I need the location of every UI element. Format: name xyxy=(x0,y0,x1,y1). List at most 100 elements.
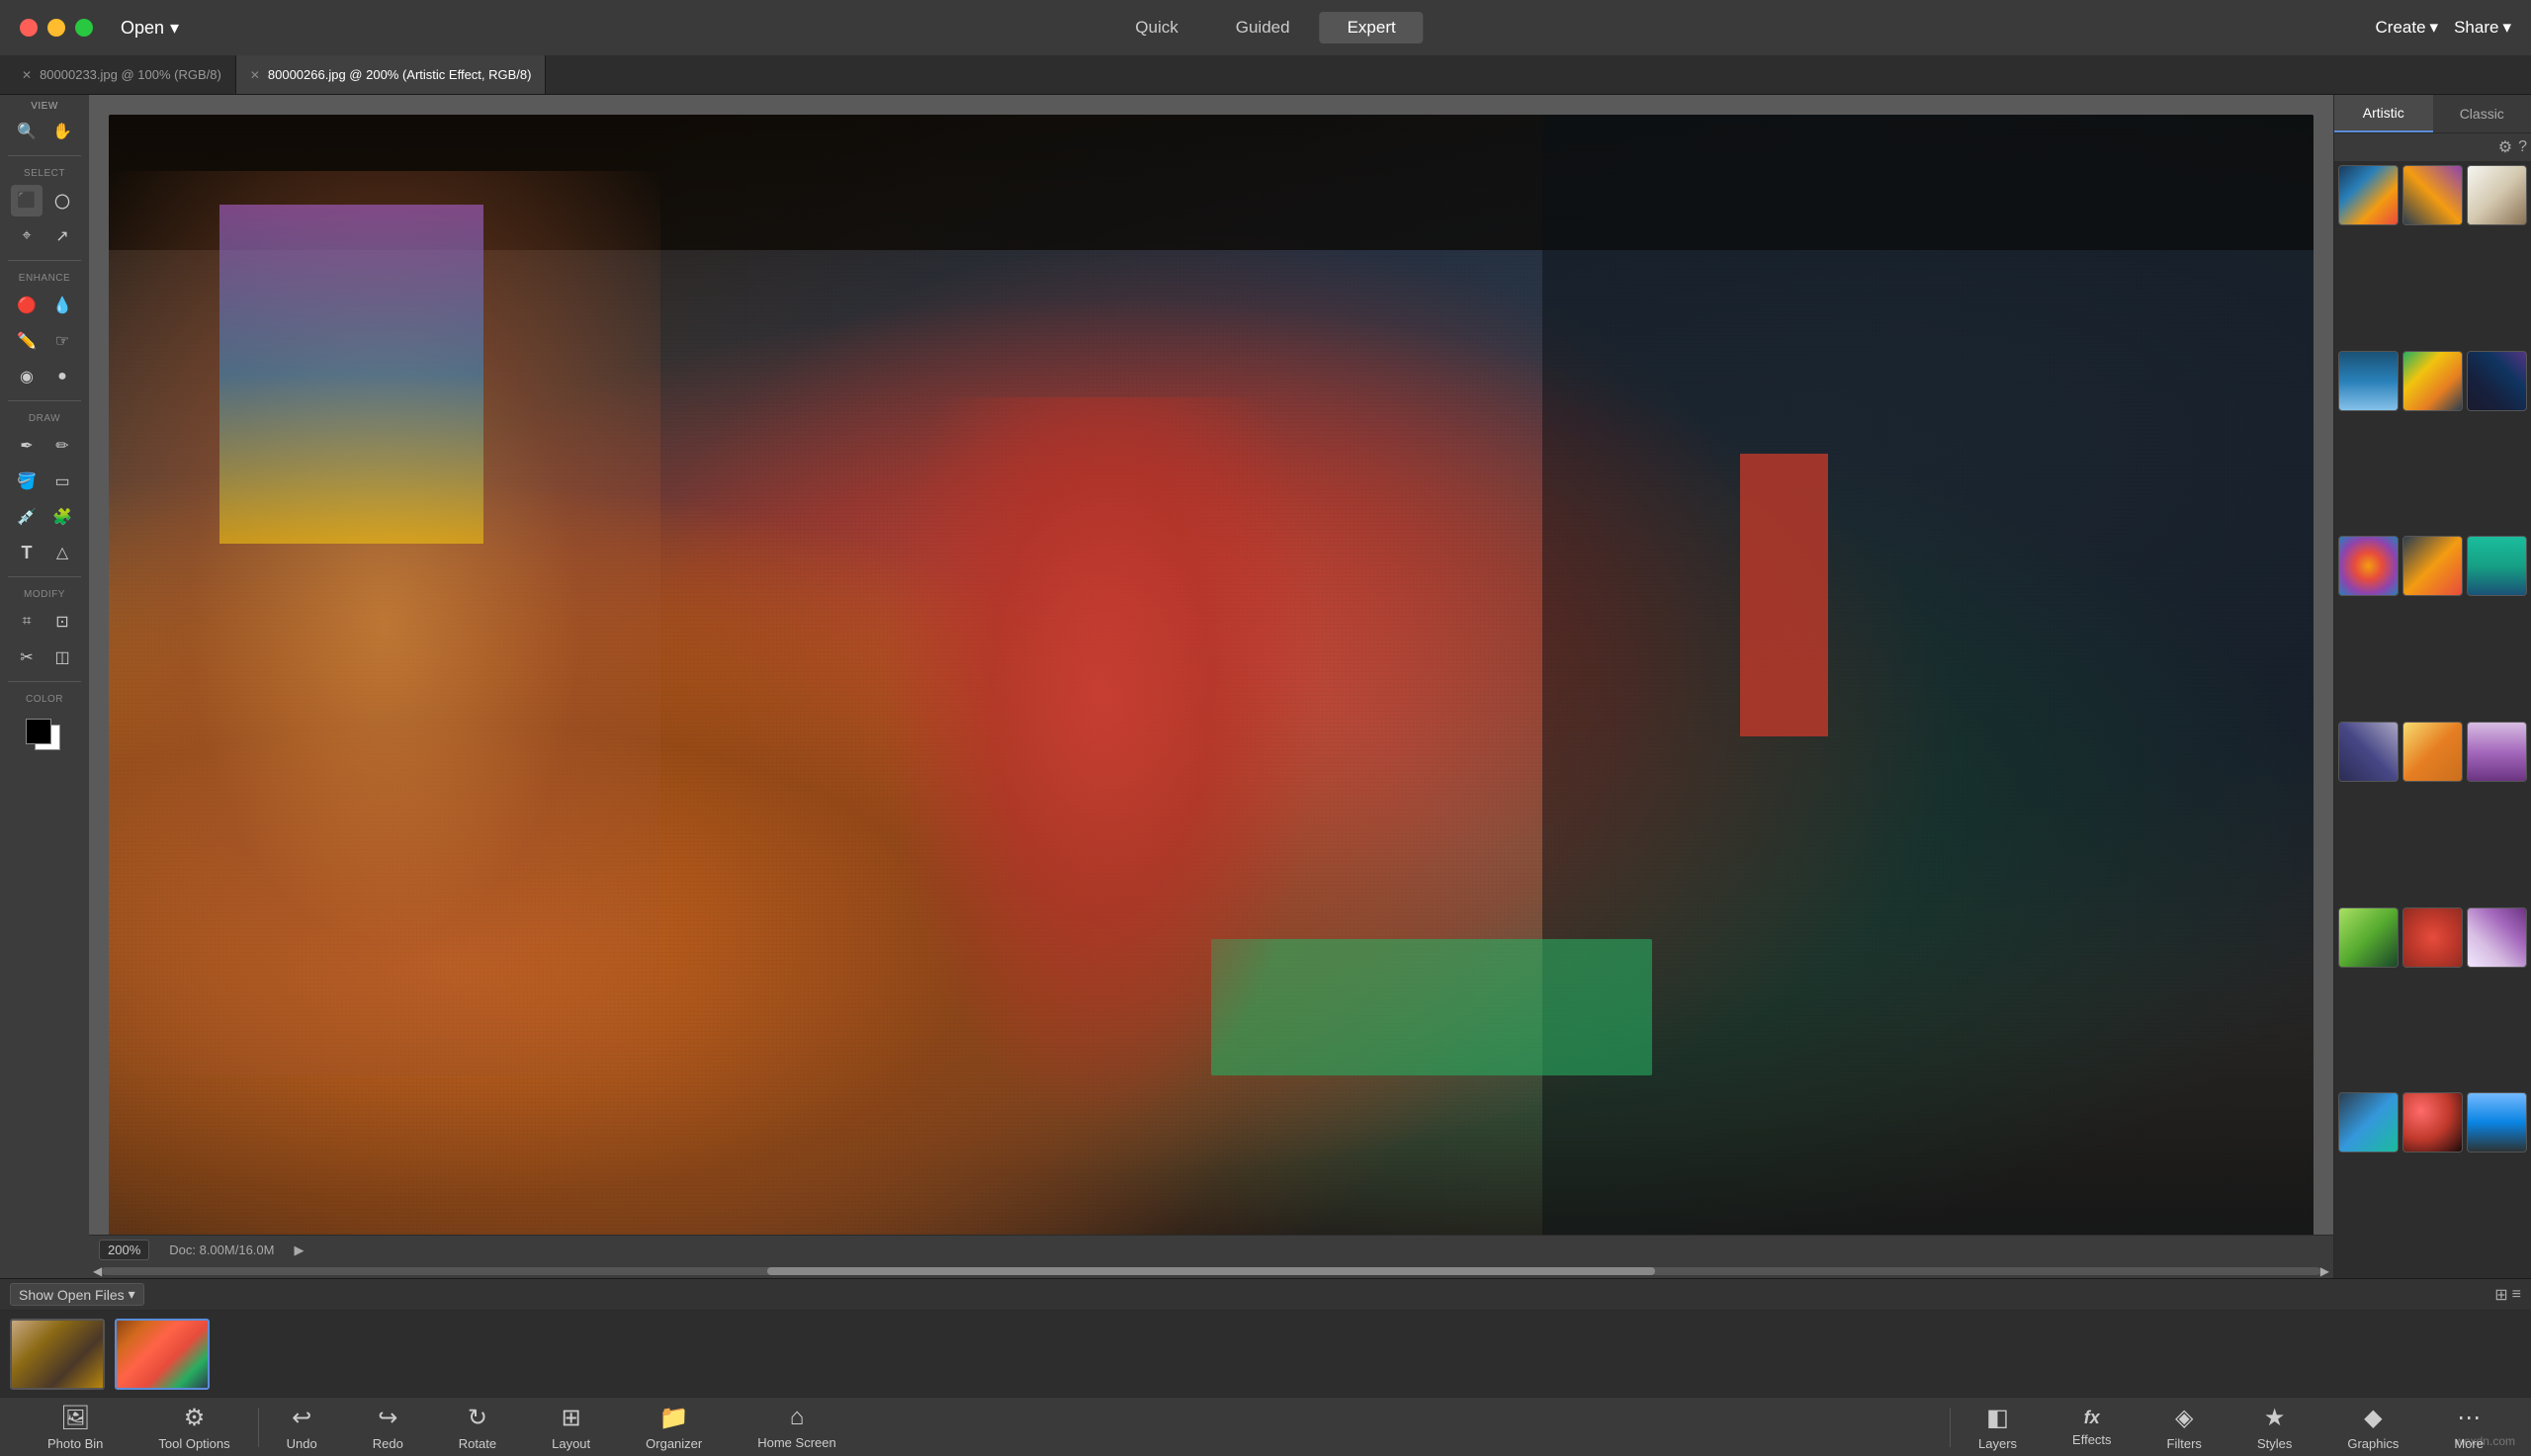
tab-2[interactable]: ✕ 80000266.jpg @ 200% (Artistic Effect, … xyxy=(236,55,547,94)
zoom-level: 200% xyxy=(99,1240,149,1260)
create-button[interactable]: Create ▾ xyxy=(2376,18,2439,38)
photo-bin-button[interactable]: 🖼 Photo Bin xyxy=(20,1404,131,1451)
photo-bin-thumbnails xyxy=(0,1311,2531,1398)
tab-1-label: 80000233.jpg @ 100% (RGB/8) xyxy=(40,67,221,82)
graphic-thumb-16[interactable] xyxy=(2338,1092,2399,1153)
home-screen-button[interactable]: ⌂ Home Screen xyxy=(730,1404,863,1450)
eyedropper-button[interactable]: 💉 xyxy=(11,501,43,533)
panel-settings-icon[interactable]: ⚙ xyxy=(2498,137,2512,157)
more-button[interactable]: ⋯ More xyxy=(2426,1404,2511,1451)
ellipse-tool-button[interactable]: 〇 xyxy=(46,185,78,216)
graphics-button[interactable]: ◆ Graphics xyxy=(2319,1404,2426,1451)
scroll-left-icon[interactable]: ◀ xyxy=(93,1264,102,1278)
layout-button[interactable]: ⊞ Layout xyxy=(524,1404,618,1451)
minimize-button[interactable] xyxy=(47,19,65,37)
canvas-content[interactable]: 200% Doc: 8.00M/16.0M ▶ xyxy=(89,95,2333,1264)
recompose-button[interactable]: ⊡ xyxy=(46,606,78,638)
undo-button[interactable]: ↩ Undo xyxy=(259,1404,345,1451)
zoom-tool-button[interactable]: 🔍 xyxy=(11,116,43,147)
graphic-thumb-1[interactable] xyxy=(2338,165,2399,225)
organizer-button[interactable]: 📁 Organizer xyxy=(618,1404,730,1451)
scroll-arrow-icon[interactable]: ▶ xyxy=(294,1242,304,1258)
scroll-thumb-h[interactable] xyxy=(767,1267,1654,1275)
straighten-button[interactable]: ◫ xyxy=(46,642,78,673)
graphic-thumb-18[interactable] xyxy=(2467,1092,2527,1153)
pencil-button[interactable]: ✏ xyxy=(46,430,78,462)
divider-4 xyxy=(8,576,81,577)
content-aware-button[interactable]: ✂ xyxy=(11,642,43,673)
fullscreen-button[interactable] xyxy=(75,19,93,37)
foreground-color-swatch[interactable] xyxy=(26,719,51,744)
panel-help-icon[interactable]: ? xyxy=(2518,137,2527,157)
graphic-thumb-9[interactable] xyxy=(2467,536,2527,596)
tool-options-icon: ⚙ xyxy=(184,1404,206,1432)
photo-thumb-2[interactable] xyxy=(115,1319,210,1390)
graphic-thumb-11[interactable] xyxy=(2402,722,2463,782)
show-open-files-dropdown[interactable]: Show Open Files ▾ xyxy=(10,1283,144,1306)
shape-button[interactable]: △ xyxy=(46,537,78,568)
sharpen-button[interactable]: ✏️ xyxy=(11,325,43,357)
draw-tools-row2: 🪣 ▭ xyxy=(0,466,89,497)
brush-button[interactable]: ✒ xyxy=(11,430,43,462)
graphic-thumb-13[interactable] xyxy=(2338,907,2399,968)
dodge-button[interactable]: ◉ xyxy=(11,361,43,392)
art-canvas xyxy=(109,115,2313,1244)
photo-bin-grid-icon[interactable]: ⊞ xyxy=(2494,1285,2507,1305)
styles-button[interactable]: ★ Styles xyxy=(2229,1404,2319,1451)
effects-button[interactable]: fx Effects xyxy=(2045,1408,2139,1447)
clone-stamp-button[interactable]: 🧩 xyxy=(46,501,78,533)
crop-button[interactable]: ⌗ xyxy=(11,606,43,638)
quick-mode-button[interactable]: Quick xyxy=(1107,12,1205,43)
type-button[interactable]: T xyxy=(11,537,43,568)
graphic-thumb-8[interactable] xyxy=(2402,536,2463,596)
expert-mode-button[interactable]: Expert xyxy=(1320,12,1424,43)
scroll-right-icon[interactable]: ▶ xyxy=(2320,1264,2329,1278)
graphic-thumb-10[interactable] xyxy=(2338,722,2399,782)
artistic-tab[interactable]: Artistic xyxy=(2334,95,2433,132)
share-button[interactable]: Share ▾ xyxy=(2454,18,2511,38)
smudge-button[interactable]: ☞ xyxy=(46,325,78,357)
blur-tool-button[interactable]: 💧 xyxy=(46,290,78,321)
share-chevron-icon: ▾ xyxy=(2502,18,2511,38)
graphic-thumb-3[interactable] xyxy=(2467,165,2527,225)
tool-options-button[interactable]: ⚙ Tool Options xyxy=(131,1404,257,1451)
divider-3 xyxy=(8,400,81,401)
tab-2-close-icon[interactable]: ✕ xyxy=(250,68,260,82)
graphic-thumb-4[interactable] xyxy=(2338,351,2399,411)
photo-bin-controls: ⊞ ≡ xyxy=(2494,1285,2521,1305)
marquee-tool-button[interactable]: ⬛ xyxy=(11,185,43,216)
graphic-thumb-7[interactable] xyxy=(2338,536,2399,596)
divider-5 xyxy=(8,681,81,682)
open-button[interactable]: Open ▾ xyxy=(113,14,187,43)
graphic-thumb-5[interactable] xyxy=(2402,351,2463,411)
graphic-thumb-15[interactable] xyxy=(2467,907,2527,968)
layout-label: Layout xyxy=(552,1436,590,1451)
photo-bin-list-icon[interactable]: ≡ xyxy=(2512,1285,2521,1305)
scroll-track-h[interactable] xyxy=(102,1267,2320,1275)
hand-tool-button[interactable]: ✋ xyxy=(46,116,78,147)
filters-button[interactable]: ◈ Filters xyxy=(2139,1404,2229,1451)
rotate-button[interactable]: ↻ Rotate xyxy=(431,1404,524,1451)
create-label: Create xyxy=(2376,18,2426,38)
graphic-thumb-2[interactable] xyxy=(2402,165,2463,225)
tab-1[interactable]: ✕ 80000233.jpg @ 100% (RGB/8) xyxy=(8,55,236,94)
paint-bucket-button[interactable]: 🪣 xyxy=(11,466,43,497)
photo-thumb-1[interactable] xyxy=(10,1319,105,1390)
quick-selection-button[interactable]: ↗ xyxy=(46,220,78,252)
tool-options-label: Tool Options xyxy=(158,1436,229,1451)
red-eye-button[interactable]: 🔴 xyxy=(11,290,43,321)
canvas-scrollbar-h[interactable]: ◀ ▶ xyxy=(89,1264,2333,1278)
close-button[interactable] xyxy=(20,19,38,37)
burn-button[interactable]: ● xyxy=(46,361,78,392)
tab-1-close-icon[interactable]: ✕ xyxy=(22,68,32,82)
graphic-thumb-6[interactable] xyxy=(2467,351,2527,411)
classic-tab[interactable]: Classic xyxy=(2433,95,2531,132)
layers-button[interactable]: ◧ Layers xyxy=(1951,1404,2045,1451)
lasso-tool-button[interactable]: ⌖ xyxy=(11,220,43,252)
graphic-thumb-17[interactable] xyxy=(2402,1092,2463,1153)
graphic-thumb-14[interactable] xyxy=(2402,907,2463,968)
redo-button[interactable]: ↪ Redo xyxy=(345,1404,431,1451)
guided-mode-button[interactable]: Guided xyxy=(1208,12,1318,43)
rectangle-button[interactable]: ▭ xyxy=(46,466,78,497)
graphic-thumb-12[interactable] xyxy=(2467,722,2527,782)
